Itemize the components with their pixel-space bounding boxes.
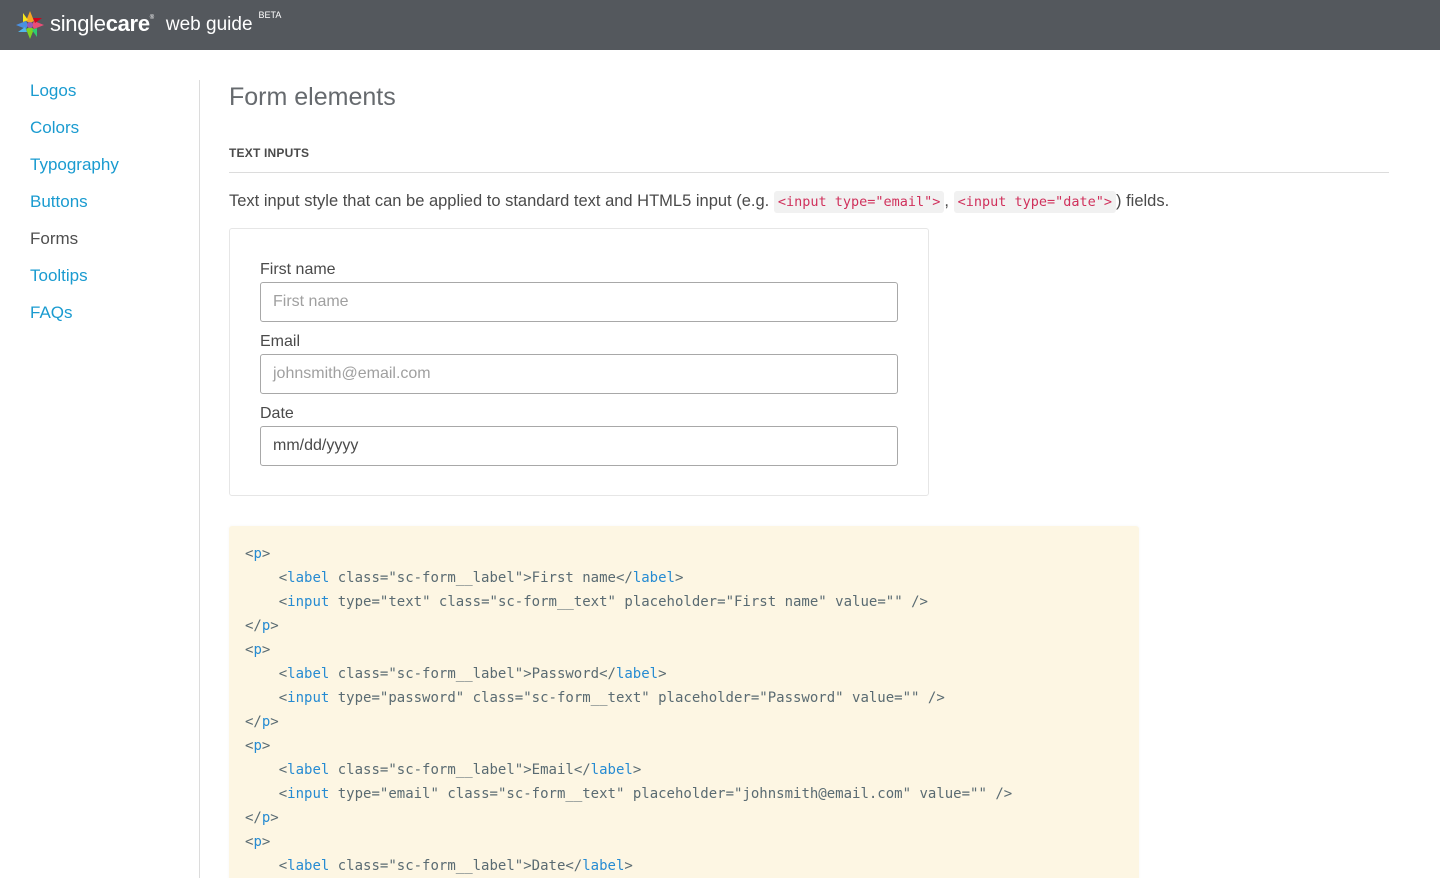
code-line: </p>	[245, 810, 279, 826]
code-inline-email: <input type="email">	[773, 191, 945, 213]
code-line: <p>	[245, 834, 271, 850]
sidebar-item-faqs[interactable]: FAQs	[30, 300, 190, 337]
description-text-start: Text input style that can be applied to …	[229, 192, 774, 210]
sidebar-item-typography[interactable]: Typography	[30, 152, 190, 189]
description-text-end: ) fields.	[1116, 192, 1170, 210]
section-title: TEXT INPUTS	[229, 146, 310, 160]
email-placeholder: johnsmith@email.com	[273, 365, 431, 382]
code-sample-block[interactable]: <p> <label class="sc-form__label">First …	[229, 526, 1139, 878]
brand-logo[interactable]: singlecare® web guide BETA	[14, 8, 281, 42]
beta-badge: BETA	[258, 10, 282, 20]
code-line: <label class="sc-form__label">Email</lab…	[278, 762, 642, 778]
code-line: <p>	[245, 546, 271, 562]
code-lines: <p> <label class="sc-form__label">First …	[245, 542, 1123, 878]
code-line: </p>	[245, 714, 279, 730]
date-label: Date	[260, 405, 294, 422]
code-line: <label class="sc-form__label">Date</labe…	[278, 858, 633, 874]
first-name-input[interactable]: First name	[260, 282, 898, 322]
code-line: </p>	[245, 618, 279, 634]
page-title: Form elements	[229, 83, 396, 111]
description-separator: ,	[944, 192, 954, 210]
email-label: Email	[260, 333, 301, 350]
first-name-field-group: First name First name	[260, 259, 898, 322]
code-line: <p>	[245, 642, 271, 658]
form-demo-box: First name First name Email johnsmith@em…	[229, 228, 929, 496]
sidebar-item-logos[interactable]: Logos	[30, 78, 190, 115]
sidebar-item-tooltips[interactable]: Tooltips	[30, 263, 190, 300]
first-name-label: First name	[260, 261, 336, 278]
code-inline-date: <input type="date">	[953, 191, 1116, 213]
date-value: mm/dd/yyyy	[273, 437, 359, 454]
email-field-group: Email johnsmith@email.com	[260, 331, 898, 394]
code-line: <label class="sc-form__label">First name…	[278, 570, 684, 586]
main-content: Form elements TEXT INPUTS Text input sty…	[229, 80, 1389, 878]
code-line: <input type="text" class="sc-form__text"…	[278, 594, 928, 610]
sidebar-nav: Logos Colors Typography Buttons Forms To…	[30, 78, 190, 337]
guide-label: web guide	[165, 14, 253, 35]
date-input[interactable]: mm/dd/yyyy	[260, 426, 898, 466]
section-divider	[229, 172, 1389, 173]
section-description: Text input style that can be applied to …	[229, 189, 1389, 214]
code-line: <input type="email" class="sc-form__text…	[278, 786, 1013, 802]
code-line: <p>	[245, 738, 271, 754]
date-field-group: Date mm/dd/yyyy	[260, 403, 898, 466]
sidebar-item-buttons[interactable]: Buttons	[30, 189, 190, 226]
first-name-placeholder: First name	[273, 293, 349, 310]
top-bar: singlecare® web guide BETA	[0, 0, 1440, 50]
code-line: <label class="sc-form__label">Password</…	[278, 666, 667, 682]
singlecare-logo-icon	[16, 11, 44, 39]
email-input[interactable]: johnsmith@email.com	[260, 354, 898, 394]
sidebar-item-colors[interactable]: Colors	[30, 115, 190, 152]
brand-wordmark: singlecare®	[50, 11, 154, 36]
sidebar-divider	[199, 80, 200, 878]
sidebar-item-forms[interactable]: Forms	[30, 226, 190, 263]
code-line: <input type="password" class="sc-form__t…	[278, 690, 945, 706]
